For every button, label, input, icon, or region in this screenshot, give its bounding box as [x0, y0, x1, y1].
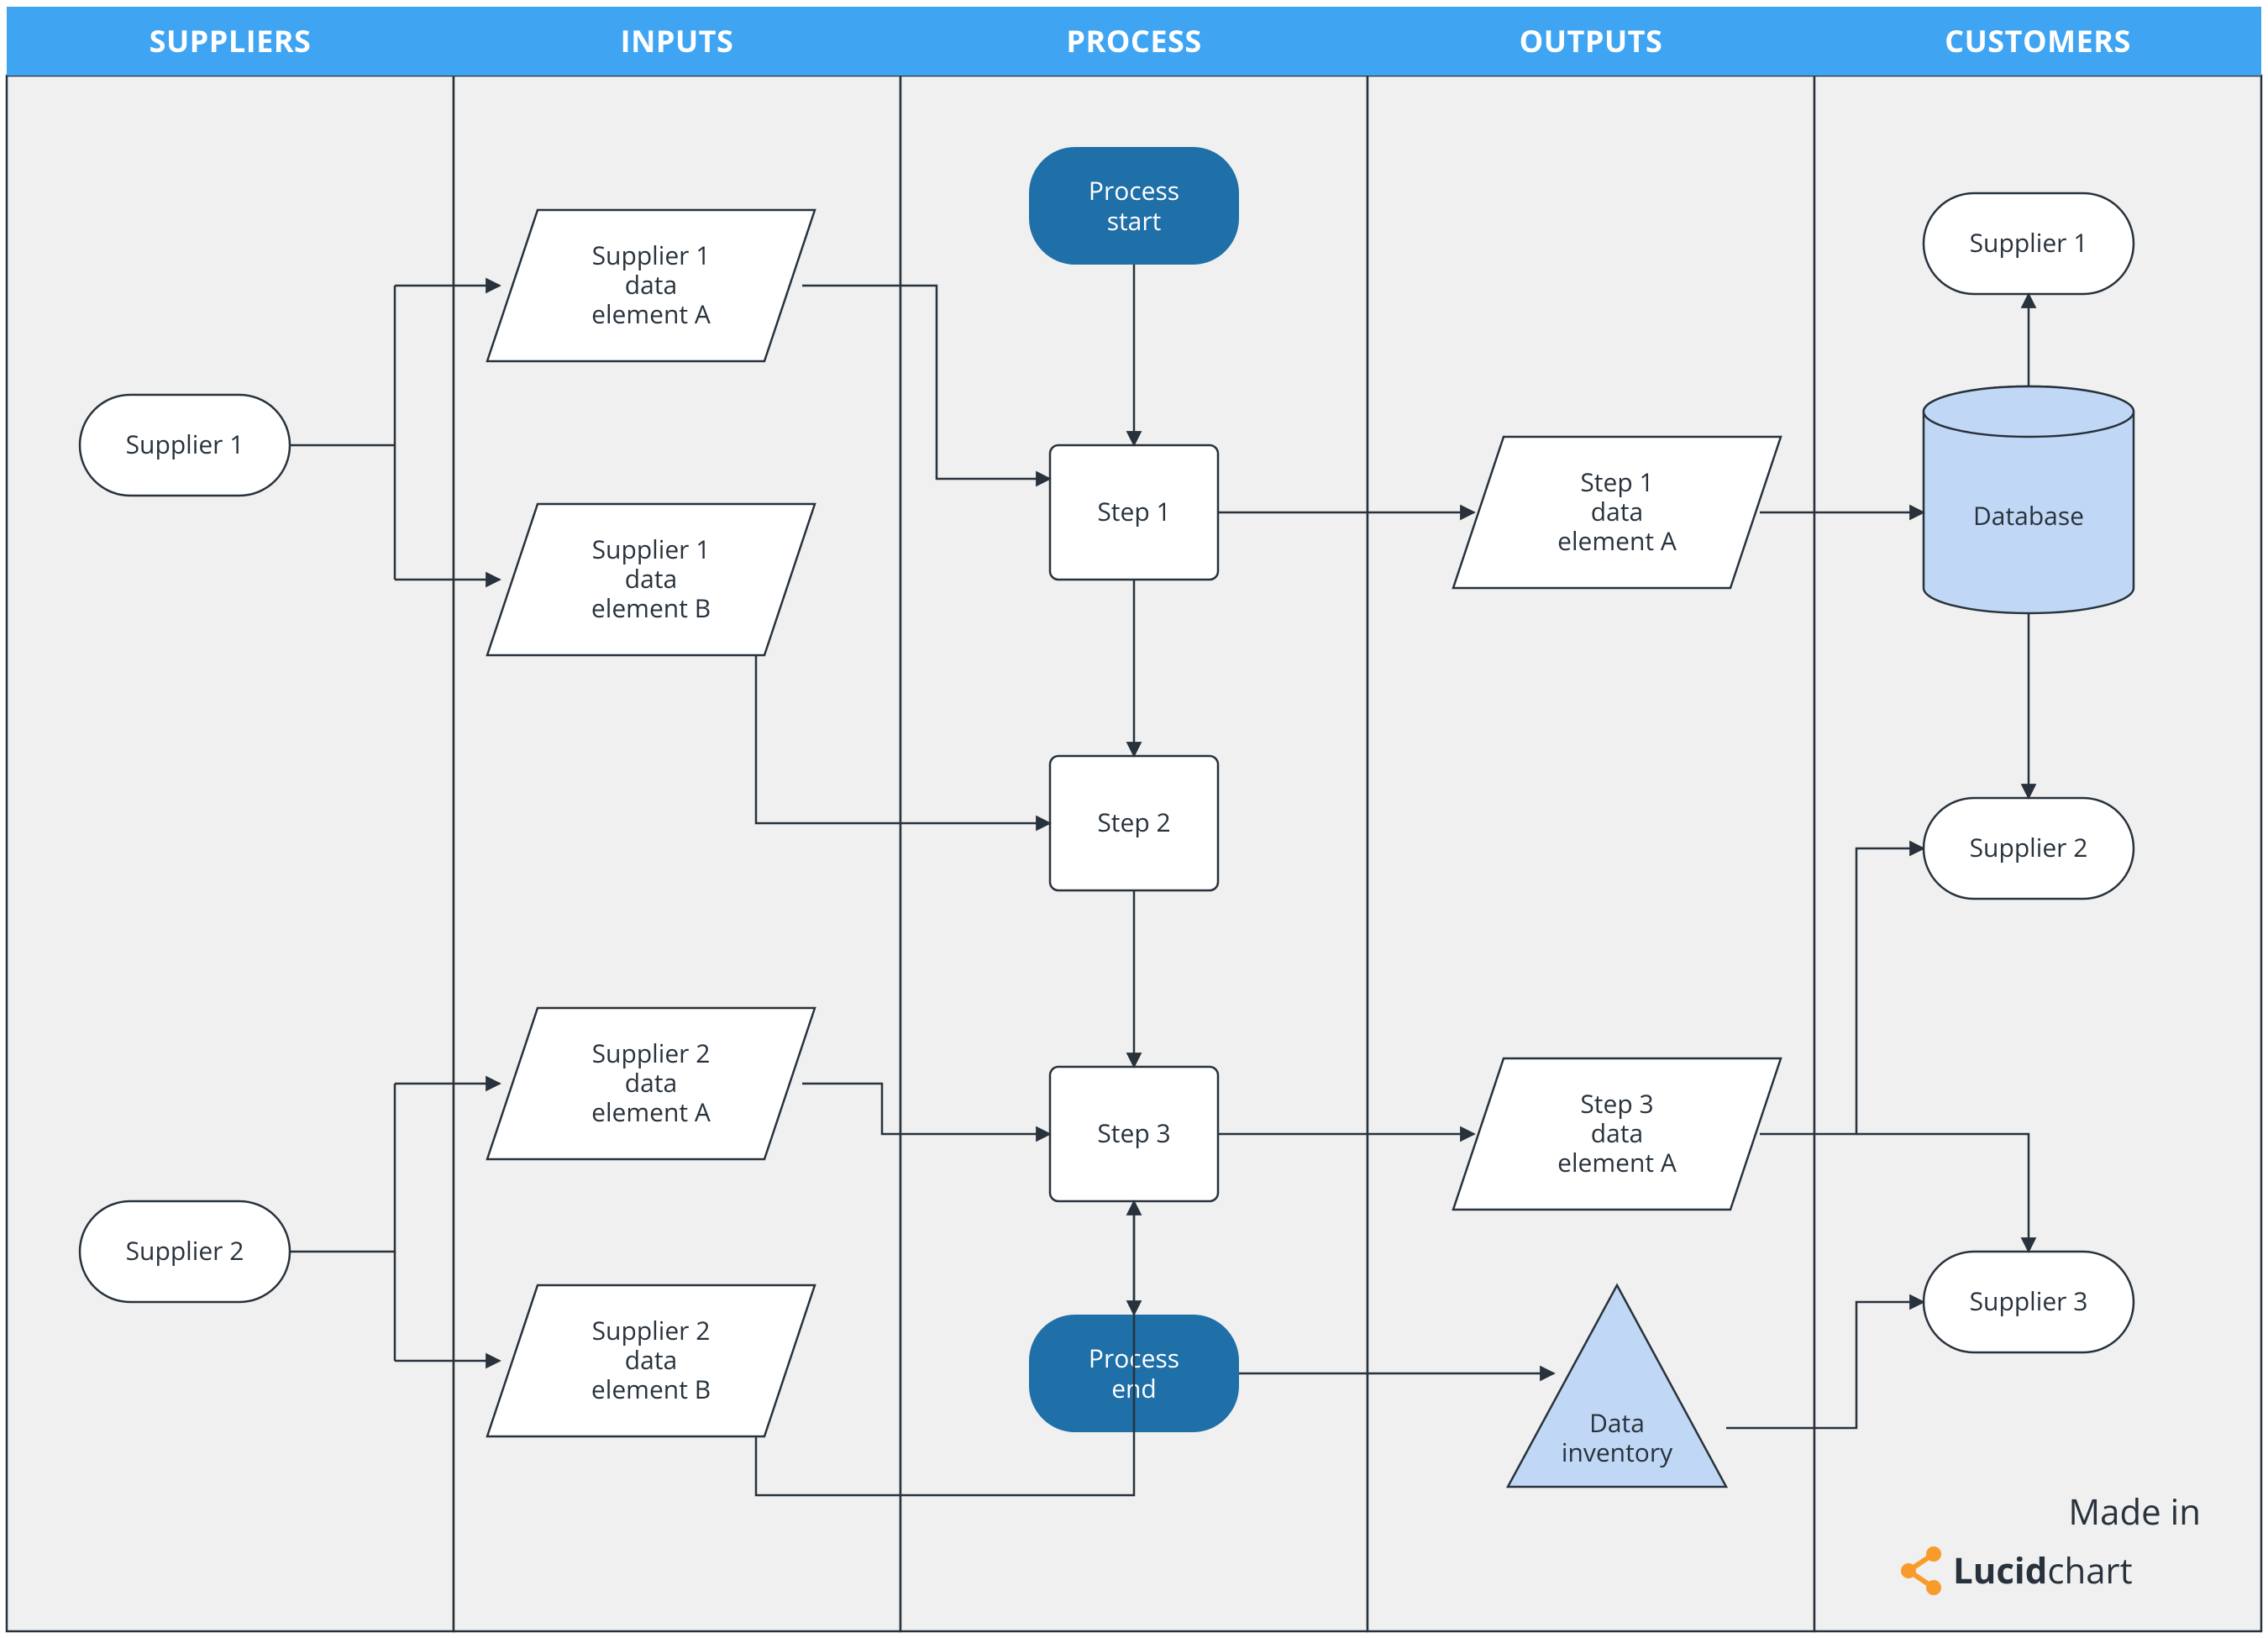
svg-text:Supplier 1: Supplier 1 [1970, 225, 2088, 260]
svg-text:Database: Database [1973, 498, 2084, 533]
made-in-label: Made in [2068, 1488, 2201, 1536]
svg-text:inventory: inventory [1562, 1435, 1673, 1469]
svg-text:Supplier 3: Supplier 3 [1970, 1284, 2088, 1318]
svg-text:Step 1: Step 1 [1097, 494, 1170, 528]
svg-text:Supplier 1: Supplier 1 [126, 427, 244, 461]
svg-text:element A: element A [591, 297, 711, 331]
col-process: PROCESS [1066, 20, 1201, 61]
svg-text:Process: Process [1089, 173, 1179, 207]
svg-text:element A: element A [1557, 1145, 1677, 1179]
node-database: Database [1924, 386, 2134, 613]
svg-text:Step 3: Step 3 [1097, 1116, 1170, 1150]
svg-text:element A: element A [591, 1095, 711, 1129]
svg-text:Step 2: Step 2 [1097, 805, 1170, 839]
svg-text:start: start [1107, 203, 1162, 238]
col-suppliers: SUPPLIERS [150, 20, 312, 61]
svg-text:Supplier 2: Supplier 2 [126, 1233, 244, 1268]
col-customers: CUSTOMERS [1945, 20, 2131, 61]
col-outputs: OUTPUTS [1520, 20, 1663, 61]
svg-text:Supplier 2: Supplier 2 [1970, 830, 2088, 864]
svg-text:element B: element B [591, 1372, 711, 1406]
sipoc-diagram: SUPPLIERS INPUTS PROCESS OUTPUTS CUSTOME… [0, 0, 2268, 1638]
col-inputs: INPUTS [621, 20, 734, 61]
svg-text:element B: element B [591, 591, 711, 625]
brand-name: Lucidchart [1953, 1546, 2133, 1594]
svg-text:element A: element A [1557, 523, 1677, 558]
